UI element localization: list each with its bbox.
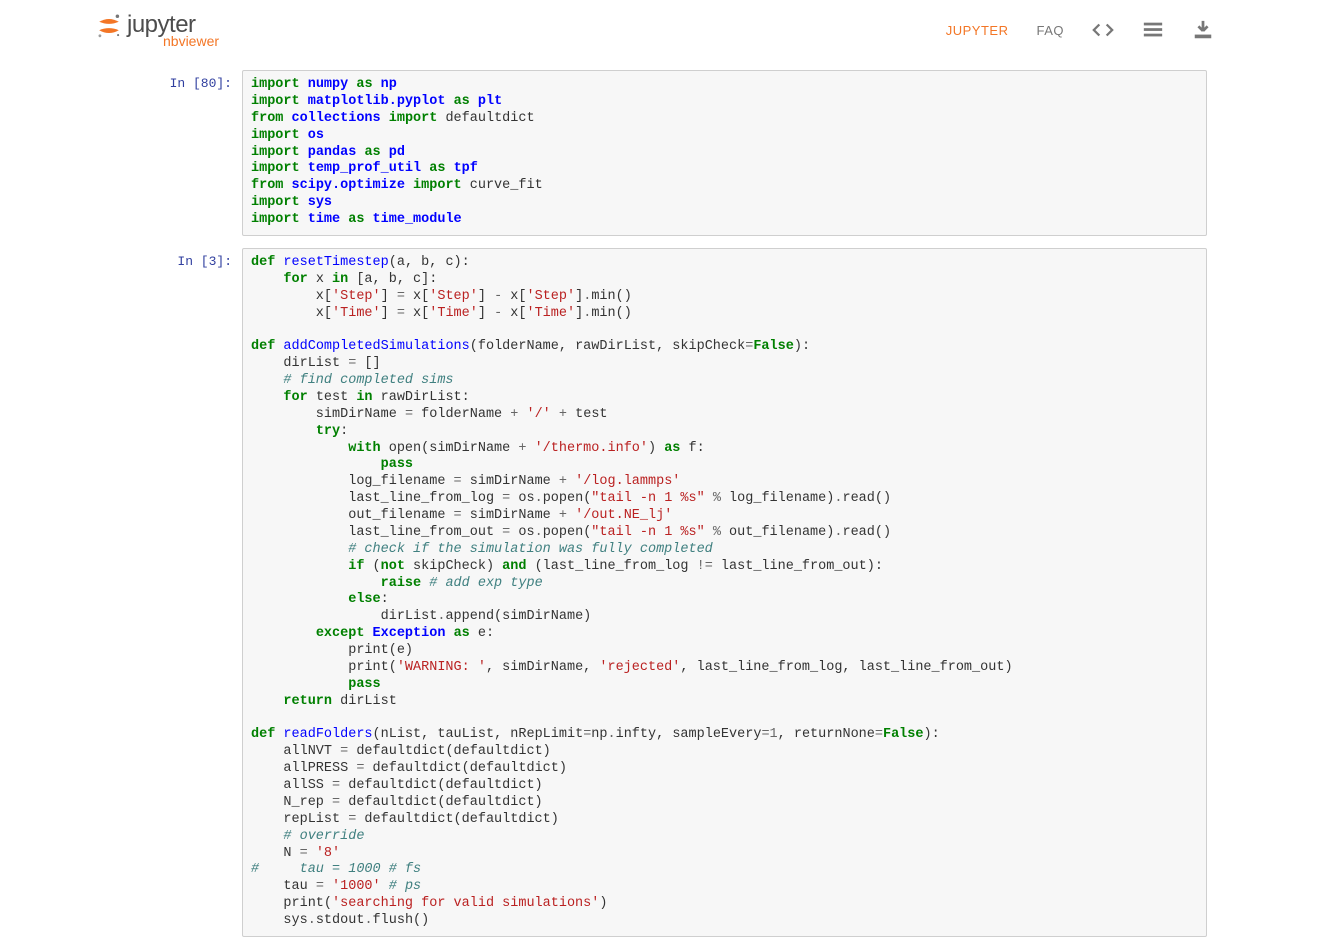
code-input-area[interactable]: def resetTimestep(a, b, c): for x in [a,… — [242, 248, 1207, 937]
nav-faq[interactable]: FAQ — [1036, 23, 1064, 38]
code-content: import numpy as np import matplotlib.pyp… — [251, 77, 1198, 229]
input-prompt: In [80]: — [117, 70, 242, 236]
code-cell: In [3]: def resetTimestep(a, b, c): for … — [117, 248, 1207, 937]
nav: JUPYTER FAQ — [946, 19, 1214, 41]
notebook-container: In [80]: import numpy as np import matpl… — [97, 60, 1227, 937]
logo-subtext: nbviewer — [163, 33, 219, 49]
code-content: def resetTimestep(a, b, c): for x in [a,… — [251, 255, 1198, 930]
code-input-area[interactable]: import numpy as np import matplotlib.pyp… — [242, 70, 1207, 236]
menu-lines-icon[interactable] — [1142, 19, 1164, 41]
header: jupyter nbviewer JUPYTER FAQ — [0, 0, 1324, 60]
download-icon[interactable] — [1192, 19, 1214, 41]
nav-jupyter[interactable]: JUPYTER — [946, 23, 1009, 38]
code-cell: In [80]: import numpy as np import matpl… — [117, 70, 1207, 236]
input-prompt: In [3]: — [117, 248, 242, 937]
logo-area[interactable]: jupyter nbviewer — [95, 11, 219, 49]
jupyter-logo-icon — [95, 12, 123, 40]
code-icon[interactable] — [1092, 19, 1114, 41]
